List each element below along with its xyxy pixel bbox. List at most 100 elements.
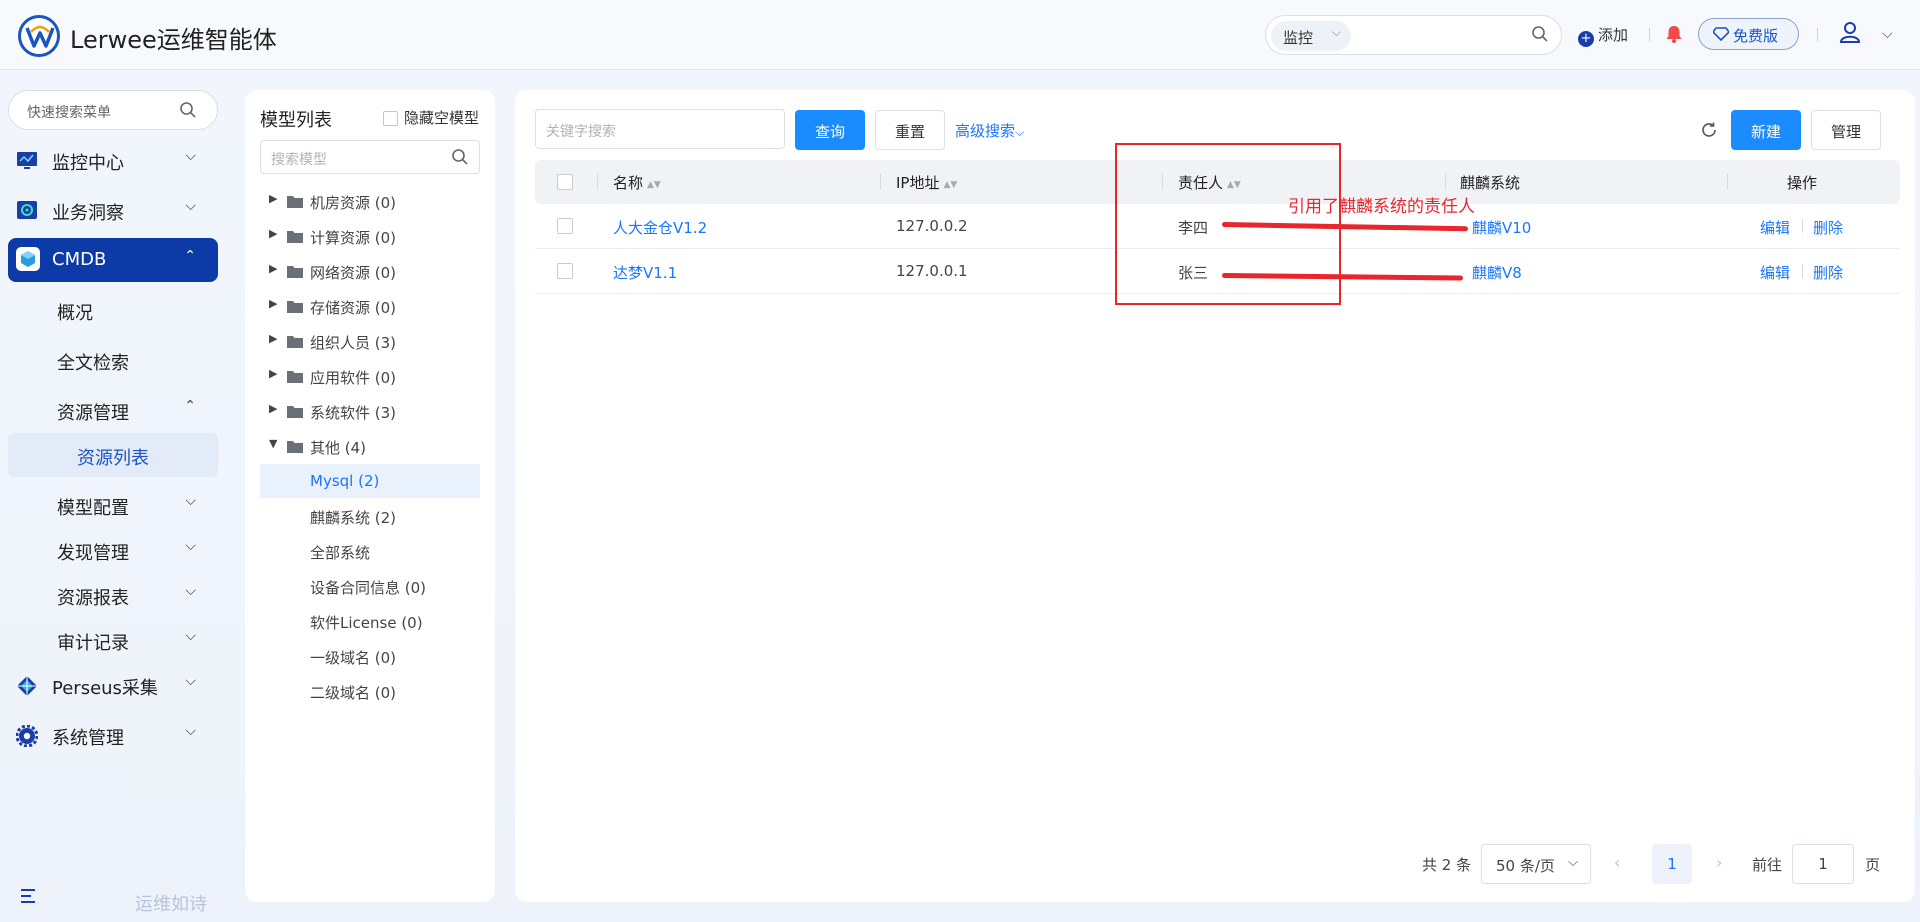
sidebar-item-cmdb[interactable]: CMDB ⌃ <box>8 238 218 282</box>
sidebar-item-label: 业务洞察 <box>52 203 124 224</box>
search-icon[interactable] <box>451 148 469 170</box>
sidebar-item-monitor[interactable]: 监控中心 ⌵ <box>8 138 218 182</box>
diamond-grid-icon <box>16 675 38 696</box>
delete-link[interactable]: 删除 <box>1813 217 1843 238</box>
menu-search-placeholder: 快速搜索菜单 <box>27 105 111 121</box>
column-header-kylin: 麒麟系统 <box>1460 172 1520 193</box>
sidebar-item-overview[interactable]: 概况 <box>8 288 218 332</box>
caret-down-icon[interactable]: ▼ <box>269 437 277 450</box>
divider <box>1817 28 1818 42</box>
tree-leaf-mysql[interactable]: Mysql (2) <box>260 464 480 498</box>
search-icon[interactable] <box>1531 25 1549 47</box>
caret-right-icon[interactable]: ▶ <box>269 297 277 310</box>
folder-icon <box>287 229 303 247</box>
caret-right-icon[interactable]: ▶ <box>269 332 277 345</box>
kylin-system-link[interactable]: 麒麟V8 <box>1472 262 1522 283</box>
column-header-name[interactable]: 名称 ▲▼ <box>613 172 661 193</box>
row-checkbox[interactable] <box>557 263 573 279</box>
column-divider <box>597 174 598 190</box>
column-header-ip[interactable]: IP地址 ▲▼ <box>896 172 957 193</box>
select-all-checkbox[interactable] <box>557 174 573 190</box>
tree-group[interactable]: ▶ 系统软件 (3) <box>260 394 480 428</box>
menu-search-input[interactable]: 快速搜索菜单 <box>8 90 218 130</box>
sidebar-item-perseus[interactable]: Perseus采集 ⌵ <box>8 663 218 707</box>
resource-name-link[interactable]: 人大金仓V1.2 <box>613 217 707 238</box>
row-checkbox[interactable] <box>557 218 573 234</box>
caret-right-icon[interactable]: ▶ <box>269 262 277 275</box>
global-search[interactable]: 监控 ⌵ <box>1265 15 1562 55</box>
bell-icon[interactable] <box>1664 24 1684 48</box>
user-icon[interactable] <box>1838 20 1862 48</box>
model-search-input[interactable]: 搜索模型 <box>260 140 480 174</box>
sidebar-item-audit-log[interactable]: 审计记录 ⌵ <box>8 618 218 662</box>
sidebar-item-fulltext-search[interactable]: 全文检索 <box>8 338 218 382</box>
sidebar-slogan: 运维如诗 <box>135 894 207 915</box>
tree-group[interactable]: ▶ 应用软件 (0) <box>260 359 480 393</box>
folder-icon <box>287 369 303 387</box>
ip-cell: 127.0.0.1 <box>896 262 968 280</box>
advanced-search-link[interactable]: 高级搜索⌵ <box>955 120 1024 141</box>
sidebar-item-discovery[interactable]: 发现管理 ⌵ <box>8 528 218 572</box>
goto-page-input[interactable]: 1 <box>1792 844 1854 884</box>
edit-link[interactable]: 编辑 <box>1760 262 1790 283</box>
chevron-down-icon[interactable]: ⌵ <box>1882 26 1893 42</box>
sidebar-item-insight[interactable]: 业务洞察 ⌵ <box>8 188 218 232</box>
new-button[interactable]: 新建 <box>1731 110 1801 150</box>
sidebar-item-label: 概况 <box>57 303 93 324</box>
next-page-icon[interactable]: › <box>1716 853 1722 872</box>
tree-group[interactable]: ▶ 计算资源 (0) <box>260 219 480 253</box>
tree-leaf-label: 全部系统 <box>310 544 371 562</box>
tree-leaf[interactable]: 麒麟系统 (2) <box>260 499 480 533</box>
sort-icon[interactable]: ▲▼ <box>647 180 661 190</box>
chevron-down-icon: ⌵ <box>1568 855 1578 870</box>
page-number-current[interactable]: 1 <box>1652 844 1692 884</box>
tree-group-label: 系统软件 (3) <box>310 404 397 422</box>
ip-cell: 127.0.0.2 <box>896 217 968 235</box>
search-scope-select[interactable]: 监控 ⌵ <box>1271 21 1351 51</box>
hide-empty-label: 隐藏空模型 <box>404 109 480 127</box>
tree-leaf[interactable]: 软件License (0) <box>260 604 480 638</box>
tree-group[interactable]: ▶ 组织人员 (3) <box>260 324 480 358</box>
tree-leaf[interactable]: 一级域名 (0) <box>260 639 480 673</box>
query-button[interactable]: 查询 <box>795 110 865 150</box>
tree-group-label: 网络资源 (0) <box>310 264 397 282</box>
collapse-menu-icon[interactable] <box>20 888 38 908</box>
tree-group-label: 应用软件 (0) <box>310 369 397 387</box>
tree-group[interactable]: ▶ 机房资源 (0) <box>260 184 480 218</box>
sidebar-item-system-management[interactable]: 系统管理 ⌵ <box>8 713 218 757</box>
caret-right-icon[interactable]: ▶ <box>269 227 277 240</box>
resource-name-link[interactable]: 达梦V1.1 <box>613 262 677 283</box>
refresh-icon[interactable] <box>1700 121 1718 143</box>
free-edition-button[interactable]: 免费版 <box>1698 18 1799 50</box>
keyword-search-input[interactable]: 关键字搜索 <box>535 109 785 149</box>
tree-group[interactable]: ▶ 存储资源 (0) <box>260 289 480 323</box>
caret-right-icon[interactable]: ▶ <box>269 367 277 380</box>
prev-page-icon[interactable]: ‹ <box>1614 853 1620 872</box>
kylin-system-link[interactable]: 麒麟V10 <box>1472 217 1531 238</box>
tree-leaf[interactable]: 设备合同信息 (0) <box>260 569 480 603</box>
page-size-select[interactable]: 50 条/页 ⌵ <box>1481 844 1591 884</box>
chevron-down-icon: ⌵ <box>185 723 196 739</box>
sort-icon[interactable]: ▲▼ <box>943 180 957 190</box>
tree-leaf[interactable]: 全部系统 <box>260 534 480 568</box>
reset-button[interactable]: 重置 <box>875 110 945 150</box>
edit-link[interactable]: 编辑 <box>1760 217 1790 238</box>
sidebar-item-label: 系统管理 <box>52 728 124 749</box>
tree-leaf[interactable]: 二级域名 (0) <box>260 674 480 708</box>
tree-group[interactable]: ▶ 网络资源 (0) <box>260 254 480 288</box>
sidebar-item-resource-list[interactable]: 资源列表 <box>8 433 218 477</box>
tree-group[interactable]: ▼ 其他 (4) <box>260 429 480 463</box>
caret-right-icon[interactable]: ▶ <box>269 402 277 415</box>
search-scope-value: 监控 <box>1283 29 1314 47</box>
sidebar-item-model-config[interactable]: 模型配置 ⌵ <box>8 483 218 527</box>
search-icon[interactable] <box>179 101 197 123</box>
checkbox-icon[interactable] <box>383 111 398 126</box>
plus-circle-icon: + <box>1578 31 1594 47</box>
manage-button[interactable]: 管理 <box>1811 110 1881 150</box>
sidebar-item-resource-report[interactable]: 资源报表 ⌵ <box>8 573 218 617</box>
caret-right-icon[interactable]: ▶ <box>269 192 277 205</box>
delete-link[interactable]: 删除 <box>1813 262 1843 283</box>
hide-empty-checkbox[interactable]: 隐藏空模型 <box>383 107 479 128</box>
add-button[interactable]: + 添加 <box>1578 24 1628 47</box>
sidebar-item-resource-management[interactable]: 资源管理 ⌃ <box>8 388 218 432</box>
